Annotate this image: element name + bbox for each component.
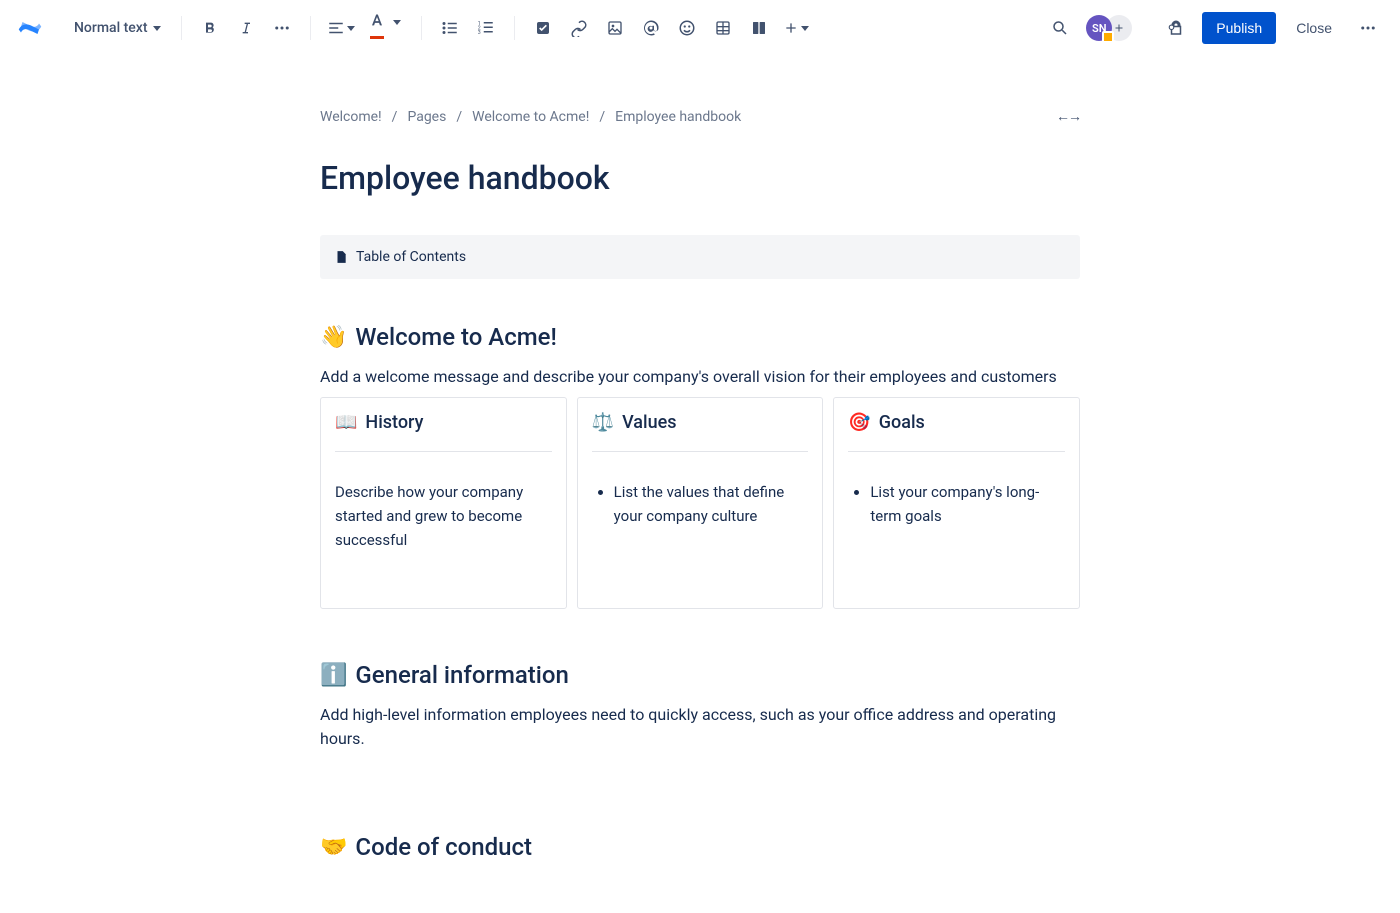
- divider: [181, 16, 182, 40]
- card-divider: [848, 451, 1065, 452]
- close-button[interactable]: Close: [1286, 12, 1342, 44]
- card-body: List your company's long-term goals: [870, 480, 1065, 528]
- chevron-down-icon: [153, 26, 161, 31]
- welcome-section: 👋 Welcome to Acme! Add a welcome message…: [320, 323, 1080, 609]
- heading-text: Welcome to Acme!: [355, 323, 556, 351]
- section-heading[interactable]: 👋 Welcome to Acme!: [320, 323, 1080, 351]
- chevron-down-icon: [801, 26, 809, 31]
- values-card[interactable]: ⚖️ Values List the values that define yo…: [577, 397, 824, 609]
- layouts-button[interactable]: [743, 12, 775, 44]
- width-toggle-button[interactable]: ←→: [1056, 108, 1080, 125]
- card-heading: 📖 History: [335, 412, 552, 433]
- wave-emoji: 👋: [320, 325, 347, 350]
- toc-label: Table of Contents: [356, 249, 466, 265]
- breadcrumb-separator: /: [456, 109, 462, 125]
- general-info-section: ℹ️ General information Add high-level in…: [320, 661, 1080, 751]
- page-title[interactable]: Employee handbook: [320, 159, 1080, 197]
- user-avatar[interactable]: SN: [1086, 15, 1112, 41]
- breadcrumb-link[interactable]: Employee handbook: [615, 109, 741, 125]
- editor-content[interactable]: Welcome! / Pages / Welcome to Acme! / Em…: [320, 108, 1080, 913]
- card-divider: [335, 451, 552, 452]
- section-heading[interactable]: 🤝 Code of conduct: [320, 833, 1080, 861]
- divider: [310, 16, 311, 40]
- breadcrumb-link[interactable]: Welcome to Acme!: [472, 109, 589, 125]
- restrictions-button[interactable]: [1160, 12, 1192, 44]
- text-style-label: Normal text: [74, 20, 147, 36]
- publish-button[interactable]: Publish: [1202, 12, 1276, 44]
- card-body: List the values that define your company…: [614, 480, 809, 528]
- numbered-list-button[interactable]: 123: [470, 12, 502, 44]
- card-heading: 🎯 Goals: [848, 412, 1065, 433]
- breadcrumb-separator: /: [392, 109, 398, 125]
- mention-button[interactable]: [635, 12, 667, 44]
- text-color-dropdown[interactable]: [363, 12, 391, 44]
- text-style-dropdown[interactable]: Normal text: [66, 12, 169, 44]
- target-emoji: 🎯: [848, 412, 870, 433]
- link-button[interactable]: [563, 12, 595, 44]
- breadcrumb-link[interactable]: Pages: [407, 109, 446, 125]
- heading-text: General information: [355, 661, 568, 689]
- card-row: 📖 History Describe how your company star…: [320, 397, 1080, 609]
- avatar-status-badge: [1102, 31, 1114, 43]
- content-area: Welcome! / Pages / Welcome to Acme! / Em…: [0, 56, 1400, 913]
- image-button[interactable]: [599, 12, 631, 44]
- scales-emoji: ⚖️: [592, 412, 614, 433]
- chevron-down-icon: [393, 20, 401, 25]
- action-item-button[interactable]: [527, 12, 559, 44]
- card-title: History: [365, 412, 423, 433]
- emoji-button[interactable]: [671, 12, 703, 44]
- card-body: Describe how your company started and gr…: [335, 480, 552, 552]
- breadcrumb-separator: /: [599, 109, 605, 125]
- bold-button[interactable]: [194, 12, 226, 44]
- more-formatting-button[interactable]: [266, 12, 298, 44]
- section-heading[interactable]: ℹ️ General information: [320, 661, 1080, 689]
- table-of-contents-macro[interactable]: Table of Contents: [320, 235, 1080, 279]
- breadcrumb-link[interactable]: Welcome!: [320, 109, 382, 125]
- toolbar-right-group: SN Publish Close: [1044, 12, 1384, 44]
- more-actions-button[interactable]: [1352, 12, 1384, 44]
- breadcrumb-row: Welcome! / Pages / Welcome to Acme! / Em…: [320, 108, 1080, 125]
- divider: [421, 16, 422, 40]
- card-divider: [592, 451, 809, 452]
- table-button[interactable]: [707, 12, 739, 44]
- color-indicator: [370, 36, 384, 39]
- breadcrumbs: Welcome! / Pages / Welcome to Acme! / Em…: [320, 109, 741, 125]
- confluence-logo[interactable]: [16, 14, 44, 42]
- align-dropdown[interactable]: [323, 12, 359, 44]
- code-of-conduct-section: 🤝 Code of conduct: [320, 833, 1080, 861]
- section-body[interactable]: Add high-level information employees nee…: [320, 703, 1080, 751]
- card-title: Goals: [879, 412, 925, 433]
- card-heading: ⚖️ Values: [592, 412, 809, 433]
- section-body[interactable]: Add a welcome message and describe your …: [320, 365, 1080, 389]
- file-icon: [334, 249, 348, 265]
- editor-toolbar: Normal text 123: [0, 0, 1400, 56]
- chevron-down-icon: [347, 26, 355, 31]
- handshake-emoji: 🤝: [320, 835, 347, 860]
- italic-button[interactable]: [230, 12, 262, 44]
- goals-card[interactable]: 🎯 Goals List your company's long-term go…: [833, 397, 1080, 609]
- history-card[interactable]: 📖 History Describe how your company star…: [320, 397, 567, 609]
- svg-text:3: 3: [478, 30, 481, 36]
- toolbar-left-group: Normal text 123: [16, 12, 813, 44]
- divider: [514, 16, 515, 40]
- insert-dropdown[interactable]: [779, 12, 813, 44]
- card-title: Values: [622, 412, 676, 433]
- book-emoji: 📖: [335, 412, 357, 433]
- bullet-list-button[interactable]: [434, 12, 466, 44]
- search-button[interactable]: [1044, 12, 1076, 44]
- info-emoji: ℹ️: [320, 663, 347, 688]
- heading-text: Code of conduct: [355, 833, 532, 861]
